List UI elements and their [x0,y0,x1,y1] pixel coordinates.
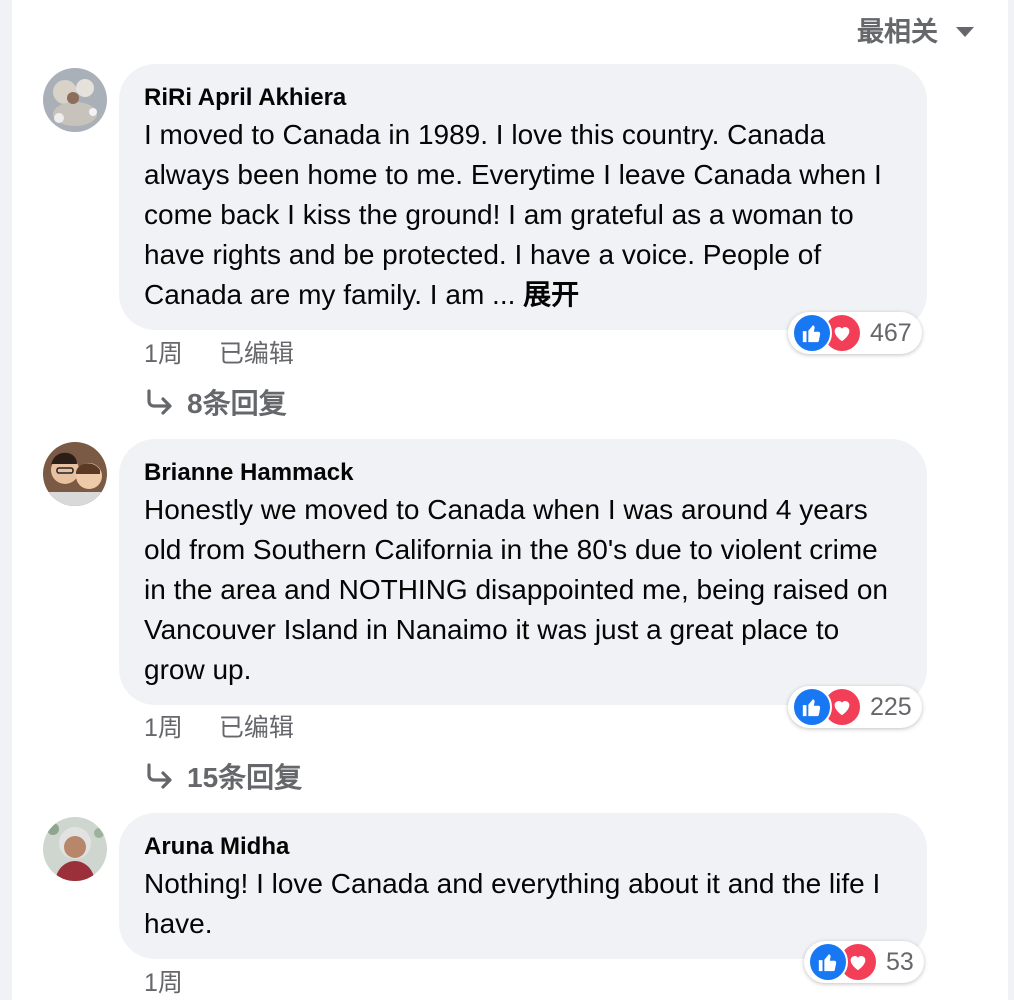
reaction-count: 467 [870,318,912,347]
comment-meta: 1周 已编辑 [144,708,294,744]
see-more-link[interactable]: 展开 [523,279,579,310]
reaction-summary[interactable]: 467 [788,312,922,354]
reaction-summary[interactable]: 53 [804,941,924,983]
replies-label: 8条回复 [187,388,287,419]
replies-label: 15条回复 [187,762,303,793]
sort-label: 最相关 [857,17,938,47]
avatar[interactable] [43,68,107,132]
comment-meta: 1周 [144,963,183,999]
view-replies-button[interactable]: 15条回复 [145,756,302,796]
comment-text: Nothing! I love Canada and everything ab… [144,868,881,939]
avatar[interactable] [43,817,107,881]
comment-meta: 1周 已编辑 [144,334,294,370]
reaction-summary[interactable]: 225 [788,686,922,728]
caret-down-icon [956,26,974,37]
reaction-count: 53 [886,947,914,976]
sort-dropdown[interactable]: 最相关 [857,10,974,49]
comment-author[interactable]: Aruna Midha [144,833,289,861]
reply-arrow-icon [147,389,172,415]
comment-text: Honestly we moved to Canada when I was a… [144,494,888,685]
like-icon [792,313,832,353]
left-edge [0,0,12,1000]
comment-bubble: RiRi April Akhiera I moved to Canada in … [119,64,927,330]
timestamp[interactable]: 1周 [144,334,183,370]
right-edge [1008,0,1014,1000]
comment-body: I moved to Canada in 1989. I love this c… [144,119,882,310]
comment-author[interactable]: RiRi April Akhiera [144,84,346,112]
reply-arrow-icon [147,763,172,789]
reaction-count: 225 [870,692,912,721]
view-replies-button[interactable]: 8条回复 [145,382,287,422]
comment-bubble: Brianne Hammack Honestly we moved to Can… [119,439,927,705]
edited-label: 已编辑 [218,714,294,742]
avatar[interactable] [43,442,107,506]
comment-bubble: Aruna Midha Nothing! I love Canada and e… [119,813,927,959]
comment-text: I moved to Canada in 1989. I love this c… [144,115,903,315]
like-icon [808,942,848,982]
like-icon [792,687,832,727]
comment-author[interactable]: Brianne Hammack [144,459,353,487]
edited-label: 已编辑 [218,340,294,368]
timestamp[interactable]: 1周 [144,708,183,744]
timestamp[interactable]: 1周 [144,963,183,999]
